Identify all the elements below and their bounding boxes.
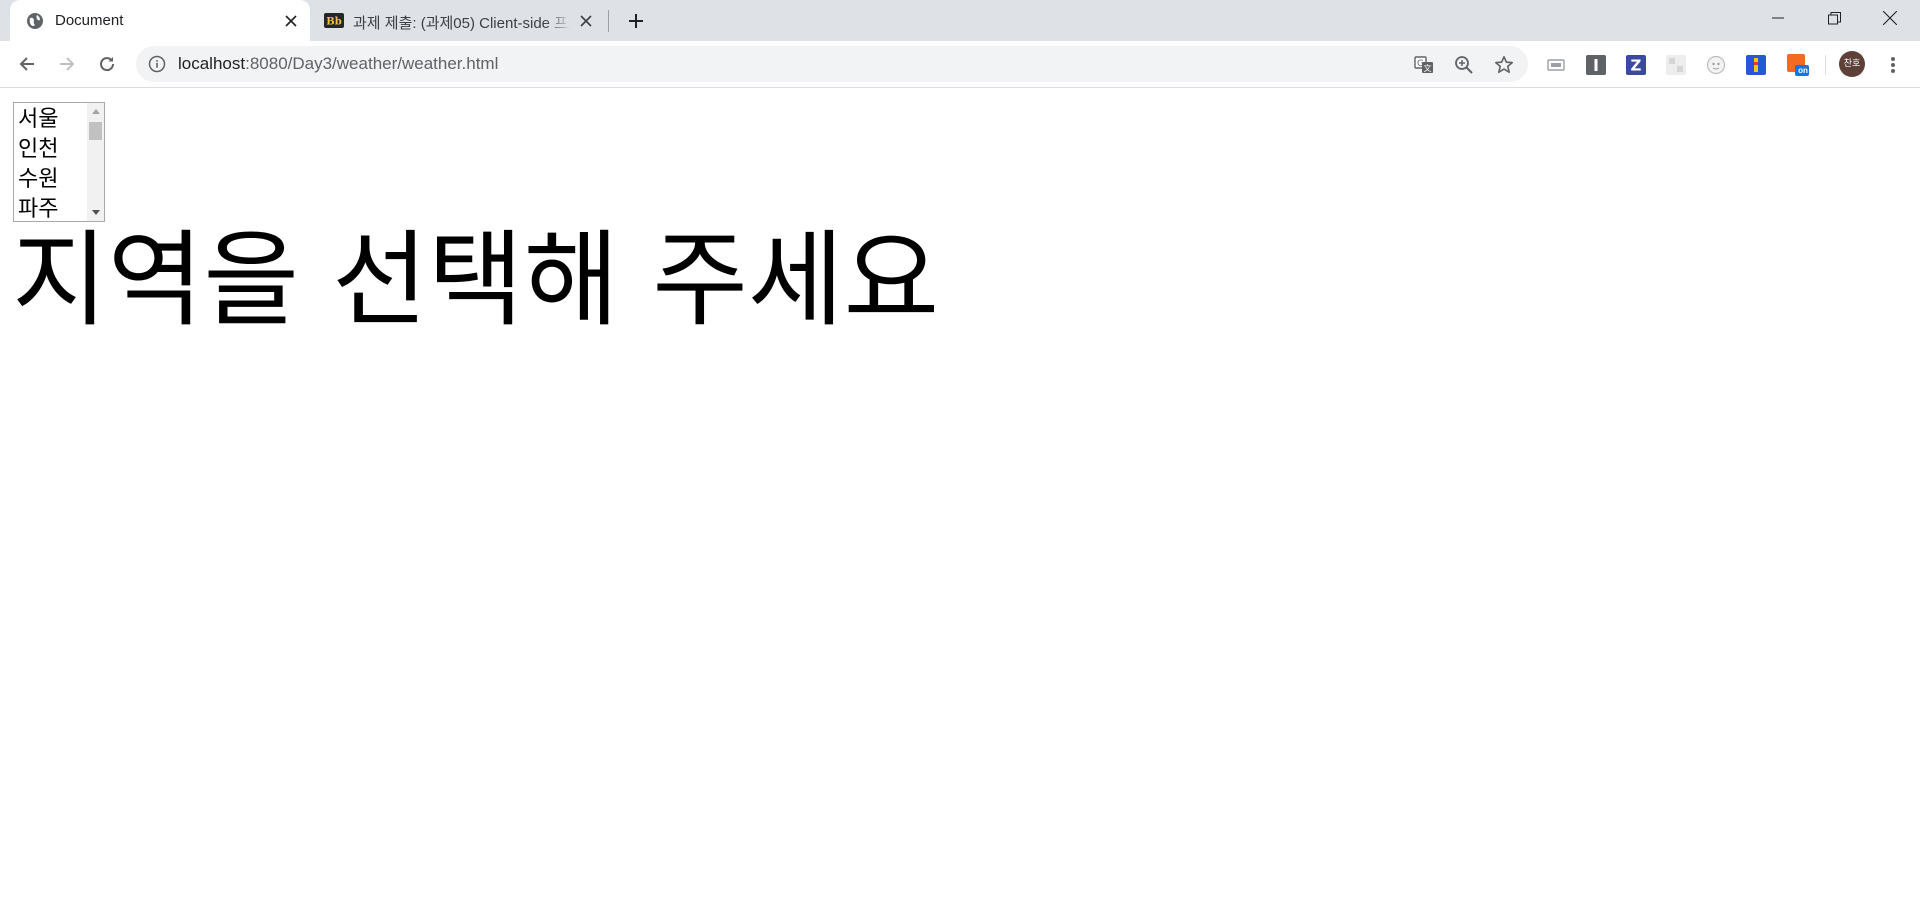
tab-assignment[interactable]: Bb 과제 제출: (과제05) Client-side 프로그래밍 xyxy=(310,0,605,41)
profile-initials: 찬호 xyxy=(1843,59,1861,69)
back-button[interactable] xyxy=(12,49,42,79)
svg-text:Bb: Bb xyxy=(326,17,341,28)
minimize-icon xyxy=(1772,17,1784,19)
cast-extension-icon[interactable] xyxy=(1545,54,1567,76)
new-tab-button[interactable] xyxy=(622,9,650,33)
listbox-scrollbar[interactable] xyxy=(87,103,104,221)
arrow-left-icon xyxy=(19,57,34,71)
tab-title: 과제 제출: (과제05) Client-side 프로그래밍 xyxy=(353,15,571,32)
scroll-up-icon[interactable] xyxy=(87,103,104,120)
url-host: localhost xyxy=(178,54,246,73)
zotero-extension-icon[interactable]: Z xyxy=(1625,54,1647,76)
browser-toolbar: localhost:8080/Day3/weather/weather.html… xyxy=(0,41,1920,88)
readability-extension-icon[interactable] xyxy=(1585,54,1607,76)
svg-text:Z: Z xyxy=(1631,57,1642,75)
region-option[interactable]: 서울 xyxy=(16,105,86,135)
info-icon[interactable] xyxy=(148,55,166,73)
page-content: 서울 인천 수원 파주 지역을 선택해 주세요 xyxy=(0,89,1920,905)
region-option[interactable]: 인천 xyxy=(16,135,86,165)
url-text: localhost:8080/Day3/weather/weather.html xyxy=(178,54,498,74)
close-tab-icon[interactable] xyxy=(577,12,595,30)
tab-title: Document xyxy=(55,12,124,29)
menu-button[interactable] xyxy=(1882,54,1904,76)
blackboard-bb-icon: Bb xyxy=(324,13,344,28)
onoff-extension-icon[interactable]: on xyxy=(1787,54,1809,76)
kebab-menu-icon xyxy=(1891,57,1895,73)
restore-icon xyxy=(1827,11,1841,24)
reload-icon xyxy=(100,57,115,72)
region-option[interactable]: 수원 xyxy=(16,165,86,195)
face-extension-icon[interactable] xyxy=(1705,54,1727,76)
close-tab-icon[interactable] xyxy=(282,12,300,30)
tab-strip: Document Bb 과제 제출: (과제05) Client-side 프로… xyxy=(0,0,1920,41)
zoom-icon[interactable] xyxy=(1453,54,1475,76)
restore-button[interactable] xyxy=(1806,0,1862,36)
reload-button[interactable] xyxy=(92,49,122,79)
grid-extension-icon[interactable] xyxy=(1665,54,1687,76)
tab-document[interactable]: Document xyxy=(10,0,310,41)
region-options: 서울 인천 수원 파주 xyxy=(16,105,86,221)
minimize-button[interactable] xyxy=(1750,0,1806,36)
globe-icon xyxy=(26,12,44,30)
bookmark-star-icon[interactable] xyxy=(1493,54,1515,76)
plus-icon xyxy=(629,14,643,28)
translate-icon[interactable]: G文 xyxy=(1413,54,1435,76)
toolbar-separator xyxy=(1825,55,1826,75)
scroll-thumb[interactable] xyxy=(89,122,102,140)
select-region-prompt: 지역을 선택해 주세요 xyxy=(12,219,940,341)
tab-separator xyxy=(608,10,609,32)
extension-badge: on xyxy=(1798,66,1808,75)
address-bar[interactable]: localhost:8080/Day3/weather/weather.html… xyxy=(136,46,1528,82)
region-option[interactable]: 파주 xyxy=(16,195,86,221)
forward-button[interactable] xyxy=(52,49,82,79)
region-select[interactable]: 서울 인천 수원 파주 xyxy=(13,102,105,222)
profile-avatar[interactable]: 찬호 xyxy=(1838,50,1866,78)
svg-text:文: 文 xyxy=(1424,63,1432,73)
arrow-right-icon xyxy=(60,57,75,71)
url-path: :8080/Day3/weather/weather.html xyxy=(245,54,499,73)
close-window-button[interactable] xyxy=(1862,0,1918,36)
lighthouse-extension-icon[interactable] xyxy=(1745,54,1767,76)
close-icon xyxy=(1883,11,1897,25)
